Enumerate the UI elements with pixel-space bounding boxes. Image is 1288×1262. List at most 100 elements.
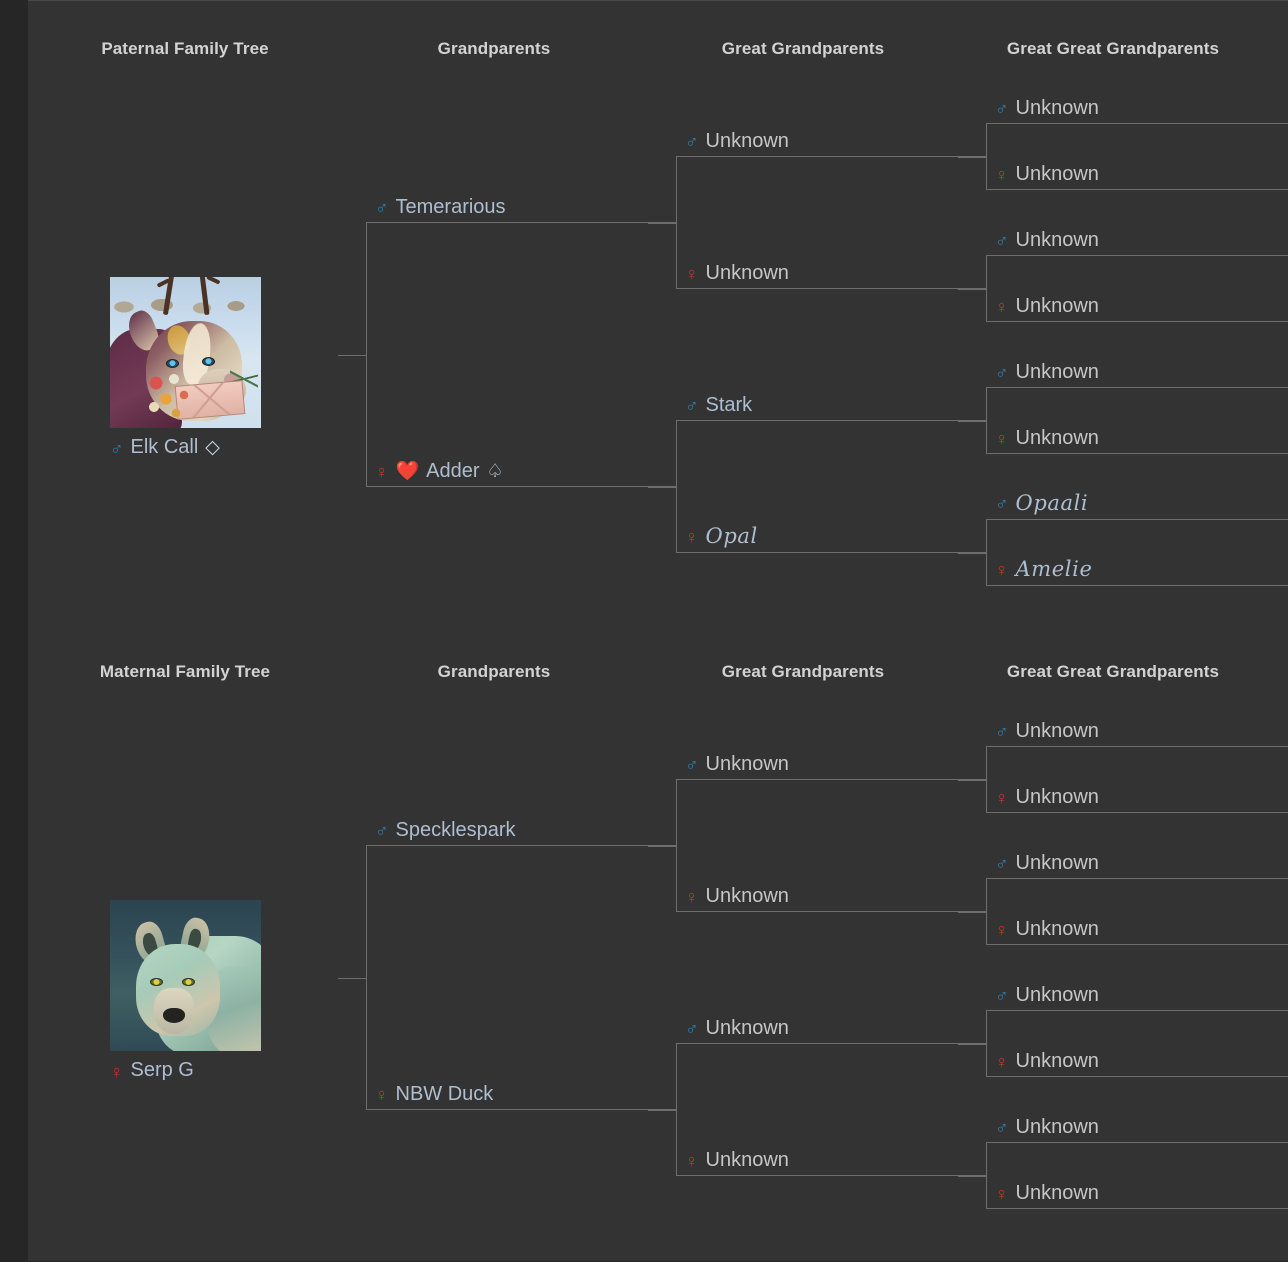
person-label[interactable]: ♂ Opaali [995, 491, 1088, 515]
male-symbol-icon: ♂ [995, 363, 1009, 383]
male-symbol-icon: ♂ [110, 438, 124, 459]
grandparent-cell: ♂ Specklespark [366, 819, 676, 846]
great-great-grandparent-cell: ♂ Unknown [986, 97, 1288, 124]
great-great-grandparent-spine [986, 879, 987, 945]
great-grandparent-cell: ♂ Unknown [676, 1017, 986, 1044]
person-name: Unknown [1015, 229, 1099, 251]
person-name: Unknown [1015, 852, 1099, 874]
male-symbol-icon: ♂ [685, 1019, 699, 1039]
person-label[interactable]: ♀ Unknown [995, 1182, 1099, 1204]
person-name: Unknown [705, 262, 789, 284]
great-great-grandparent-cell: ♀ Unknown [986, 427, 1288, 454]
great-great-grandparent-spine [986, 388, 987, 454]
person-label[interactable]: ♀ Unknown [685, 1149, 789, 1171]
grandparent-spine [366, 846, 367, 1110]
person-label[interactable]: ♂ Temerarious [375, 196, 506, 218]
great-great-grandparent-stub [958, 289, 986, 290]
male-symbol-icon: ♂ [995, 99, 1009, 119]
person-name: Unknown [1015, 720, 1099, 742]
female-symbol-icon: ♀ [995, 788, 1009, 808]
great-great-grandparent-spine [986, 1143, 987, 1209]
person-label[interactable]: ♂ Stark [685, 394, 752, 416]
male-symbol-icon: ♂ [995, 494, 1009, 515]
great-grandparent-cell: ♂ Unknown [676, 130, 986, 157]
male-symbol-icon: ♂ [995, 986, 1009, 1006]
female-symbol-icon: ♀ [685, 527, 699, 548]
subject-name-text: Elk Call [130, 436, 199, 458]
column-header-2: Great Grandparents [721, 39, 885, 58]
subject-maternal[interactable]: ♀ Serp G [110, 900, 261, 1082]
person-name: Unknown [1015, 786, 1099, 808]
female-symbol-icon: ♀ [685, 887, 699, 907]
great-great-grandparent-stub [958, 157, 986, 158]
person-label[interactable]: ♀ Unknown [995, 163, 1099, 185]
great-great-grandparent-cell: ♂ Opaali [986, 491, 1288, 520]
female-symbol-icon: ♀ [995, 1184, 1009, 1204]
person-label[interactable]: ♂ Unknown [995, 984, 1099, 1006]
great-grandparent-stub [648, 487, 676, 488]
person-label[interactable]: ♂ Unknown [995, 1116, 1099, 1138]
person-name: Specklespark [395, 819, 516, 841]
person-label[interactable]: ♀ Unknown [685, 885, 789, 907]
subject-paternal[interactable]: ♂ Elk Call ◇ [110, 277, 261, 459]
subject-portrait[interactable] [110, 900, 261, 1051]
great-great-grandparent-spine [986, 124, 987, 190]
person-name: Unknown [705, 1149, 789, 1171]
great-grandparent-spine [676, 157, 677, 289]
great-great-grandparent-cell: ♀ Unknown [986, 163, 1288, 190]
great-great-grandparent-cell: ♂ Unknown [986, 1116, 1288, 1143]
great-great-grandparent-cell: ♂ Unknown [986, 984, 1288, 1011]
great-grandparent-cell: ♂ Unknown [676, 753, 986, 780]
female-symbol-icon: ♀ [995, 920, 1009, 940]
great-grandparent-spine [676, 421, 677, 553]
person-label[interactable]: ♀ ❤️ Adder ♤ [375, 460, 504, 482]
person-name: Stark [705, 394, 753, 416]
subject-name[interactable]: ♀ Serp G [110, 1059, 261, 1082]
person-label[interactable]: ♀ Unknown [995, 786, 1099, 808]
subject-name[interactable]: ♂ Elk Call ◇ [110, 436, 261, 459]
great-great-grandparent-cell: ♂ Unknown [986, 720, 1288, 747]
great-great-grandparent-cell: ♂ Unknown [986, 361, 1288, 388]
column-header-2: Great Grandparents [721, 662, 885, 681]
person-label[interactable]: ♂ Unknown [995, 229, 1099, 251]
person-label[interactable]: ♀ Opal [685, 523, 758, 548]
subject-portrait[interactable] [110, 277, 261, 428]
person-label[interactable]: ♀ Amelie [995, 557, 1092, 581]
grandparent-stub [338, 355, 366, 356]
great-grandparent-cell: ♀ Unknown [676, 262, 986, 289]
person-label[interactable]: ♂ Unknown [995, 97, 1099, 119]
person-name: Opal [705, 523, 758, 548]
male-symbol-icon: ♂ [995, 854, 1009, 874]
great-great-grandparent-cell: ♀ Unknown [986, 295, 1288, 322]
great-great-grandparent-cell: ♀ Unknown [986, 1182, 1288, 1209]
person-name: Unknown [1015, 1116, 1099, 1138]
person-label[interactable]: ♀ Unknown [995, 918, 1099, 940]
person-label[interactable]: ♀ Unknown [995, 1050, 1099, 1072]
person-label[interactable]: ♀ Unknown [995, 295, 1099, 317]
person-name: Unknown [1015, 918, 1099, 940]
person-label[interactable]: ♂ Unknown [685, 1017, 789, 1039]
person-label[interactable]: ♂ Unknown [995, 361, 1099, 383]
person-name: Unknown [1015, 1050, 1099, 1072]
person-label[interactable]: ♂ Unknown [685, 753, 789, 775]
great-great-grandparent-stub [958, 1044, 986, 1045]
male-symbol-icon: ♂ [375, 821, 389, 841]
person-label[interactable]: ♂ Unknown [685, 130, 789, 152]
great-great-grandparent-stub [958, 1176, 986, 1177]
male-symbol-icon: ♂ [685, 132, 699, 152]
grandparent-cell: ♀ ❤️ Adder ♤ [366, 460, 676, 487]
heart-icon: ❤️ [395, 460, 420, 482]
portrait-artwork [110, 277, 261, 428]
great-grandparent-stub [648, 1110, 676, 1111]
paternal-family-tree: Paternal Family Tree Grandparents Great Gr… [28, 1, 1288, 623]
person-label[interactable]: ♀ Unknown [995, 427, 1099, 449]
person-label[interactable]: ♀ Unknown [685, 262, 789, 284]
person-label[interactable]: ♀ NBW Duck [375, 1083, 493, 1105]
person-name: Unknown [1015, 97, 1099, 119]
person-label[interactable]: ♂ Specklespark [375, 819, 516, 841]
male-symbol-icon: ♂ [995, 722, 1009, 742]
person-label[interactable]: ♂ Unknown [995, 852, 1099, 874]
female-symbol-icon: ♀ [995, 1052, 1009, 1072]
person-label[interactable]: ♂ Unknown [995, 720, 1099, 742]
great-great-grandparent-stub [958, 421, 986, 422]
